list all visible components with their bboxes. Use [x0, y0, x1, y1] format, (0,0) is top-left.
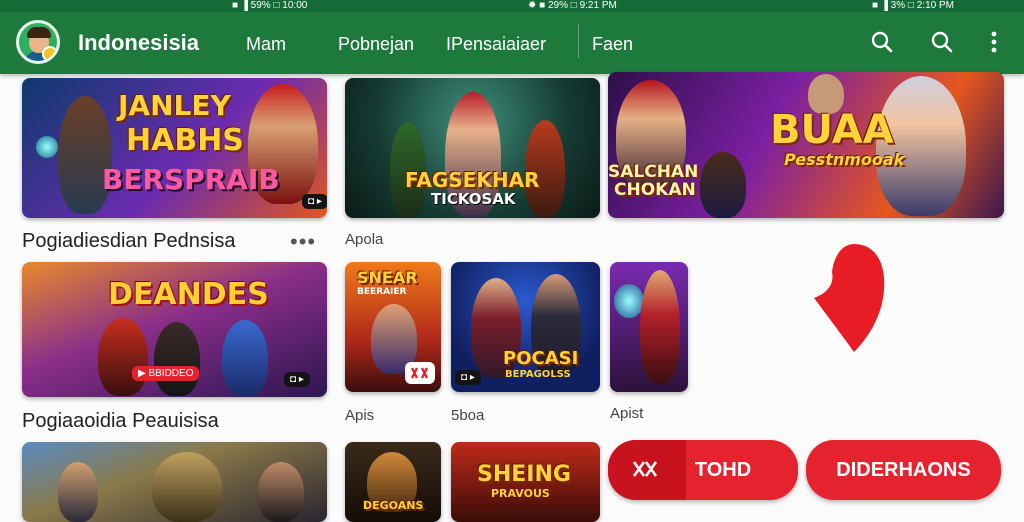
map-pin-icon[interactable] [804, 242, 886, 354]
search-icon [931, 31, 953, 53]
card-caption: Apis [345, 407, 375, 424]
search-button[interactable] [864, 24, 900, 60]
status-left: ■ ▐ 59% □ 10:00 [232, 0, 308, 11]
card-title: BERSPRAIB [102, 163, 280, 196]
status-right: ■ ▐ 3% □ 2:10 PM [872, 0, 954, 11]
card-subtitle: PRAVOUS [491, 487, 550, 500]
game-card[interactable]: DEGOANS [345, 442, 441, 522]
search-button-2[interactable] [924, 24, 960, 60]
card-title: JANLEY [118, 89, 231, 122]
section-more-icon[interactable]: ••• [290, 231, 316, 253]
card-title: FAGSEKHAR [405, 168, 540, 192]
card-title: CHOKAN [614, 180, 696, 200]
card-subtitle: BEPAGOLSS [505, 369, 571, 380]
section-title: Pogiaaoidia Peauisisa [22, 410, 219, 432]
search-icon [871, 31, 893, 53]
card-caption: 5boa [451, 407, 485, 424]
game-card[interactable]: DEANDES ▶ BBIDDEO ◘ ▸ [22, 262, 327, 397]
diderhaons-button-label: DIDERHAONS [836, 459, 971, 481]
tab-promotions[interactable]: IPensaiaiaer [446, 34, 546, 54]
card-title: SHEING [477, 462, 571, 487]
game-card[interactable]: SALCHAN CHOKAN BUAA Pesstnmooak [608, 72, 1004, 218]
card-title: SALCHAN [608, 162, 699, 182]
card-title: DEGOANS [363, 499, 424, 512]
game-card[interactable] [22, 442, 327, 522]
card-subtitle: Pesstnmooak [784, 150, 905, 169]
status-middle: ✹ ■ 29% □ 9:21 PM [528, 0, 617, 11]
card-title: DEANDES [108, 277, 269, 312]
card-caption: Apist [610, 405, 644, 422]
tab-divider [578, 24, 579, 58]
avatar[interactable] [16, 20, 60, 64]
diderhaons-button[interactable]: DIDERHAONS [806, 440, 1001, 500]
avatar-badge-icon [42, 46, 57, 61]
shuffle-icon [405, 362, 435, 384]
app-bar: Indonesisia Mam Pobnejan IPensaiaiaer Fa… [0, 12, 1024, 74]
card-chip: ▶ BBIDDEO [132, 366, 200, 381]
card-title: POCASI [503, 348, 579, 369]
card-chip: ◘ ▸ [302, 194, 327, 209]
tab-favorites[interactable]: Faen [592, 34, 633, 54]
game-card[interactable] [610, 262, 688, 392]
card-subtitle: BEERAIER [357, 287, 407, 297]
card-title: HABHS [126, 123, 244, 158]
tohd-button-label: TOHD [694, 459, 752, 481]
overflow-menu-button[interactable] [976, 24, 1012, 60]
card-chip: ◘ ▸ [284, 372, 310, 387]
game-card[interactable]: POCASI BEPAGOLSS ◘ ▸ [451, 262, 600, 392]
game-card[interactable]: SHEING PRAVOUS [451, 442, 600, 522]
section-title: Pogiadiesdian Pednsisa [22, 230, 236, 252]
status-bar: ■ ▐ 59% □ 10:00 ✹ ■ 29% □ 9:21 PM ■ ▐ 3%… [0, 0, 1024, 12]
game-card[interactable]: FAGSEKHAR TICKOSAK [345, 78, 600, 218]
card-title: SNEAR [357, 268, 418, 287]
tohd-button[interactable]: TOHD [608, 440, 798, 500]
app-title: Indonesisia [78, 30, 200, 55]
tab-home[interactable]: Mam [246, 34, 286, 54]
tab-games[interactable]: Pobnejan [338, 34, 414, 54]
game-card[interactable]: JANLEY HABHS BERSPRAIB ◘ ▸ [22, 78, 327, 218]
card-caption: Apola [345, 231, 384, 248]
card-chip: ◘ ▸ [455, 370, 481, 385]
game-card[interactable]: SNEAR BEERAIER [345, 262, 441, 392]
more-vert-icon [991, 31, 997, 53]
card-subtitle: TICKOSAK [431, 190, 516, 208]
card-title: BUAA [770, 107, 894, 153]
